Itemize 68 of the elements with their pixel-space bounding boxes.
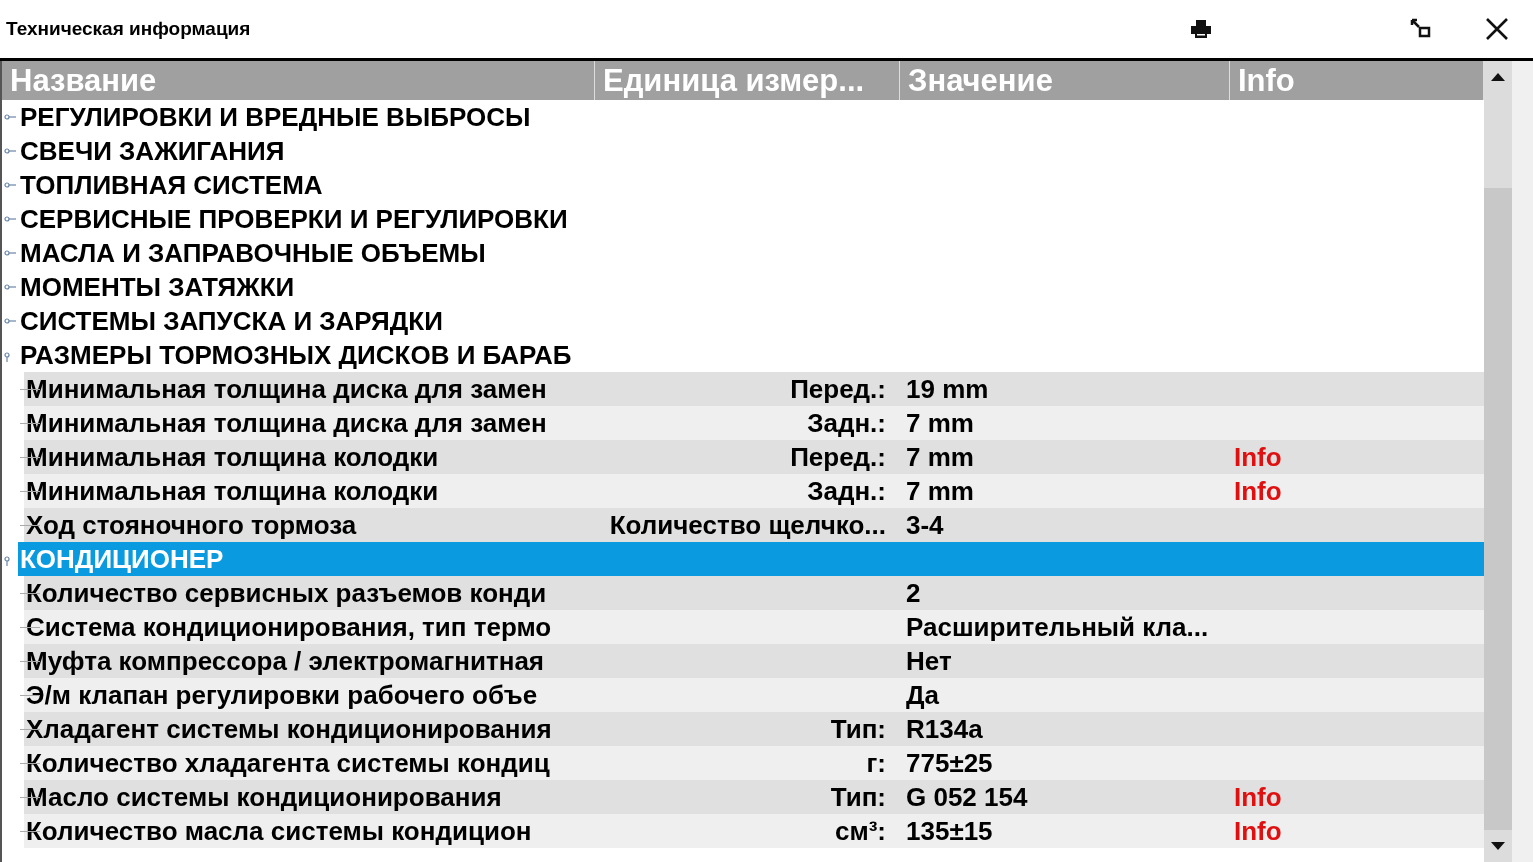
printer-icon	[1190, 19, 1212, 39]
data-row[interactable]: Минимальная толщина диска для замен Перед.: 19 mm	[24, 372, 1485, 406]
tree-group-row[interactable]: МОМЕНТЫ ЗАТЯЖКИ	[18, 270, 1485, 304]
data-row[interactable]: Масло системы кондиционирования Тип: G 052 154 Info	[24, 780, 1485, 814]
parameter-name: Количество сервисных разъемов конди	[25, 577, 548, 609]
value-text: G 052 154	[905, 781, 1029, 813]
unit-label: Тип:	[829, 713, 887, 745]
value-text: R134a	[905, 713, 984, 745]
parameter-name: Система кондиционирования, тип термо	[25, 611, 553, 643]
info-link[interactable]: Info	[1234, 815, 1282, 846]
parameter-name: Количество хладагента системы кондиц	[25, 747, 551, 779]
unit-label: Задн.:	[806, 475, 887, 507]
restore-icon	[1410, 18, 1432, 40]
parameter-name: Минимальная толщина колодки	[25, 441, 440, 473]
info-link[interactable]: Info	[1234, 781, 1282, 812]
scroll-thumb[interactable]	[1484, 188, 1513, 830]
window-title: Техническая информация	[6, 18, 252, 40]
value-text: 775±25	[905, 747, 994, 779]
data-row[interactable]: Минимальная толщина колодки Перед.: 7 mm Info	[24, 440, 1485, 474]
value-text: Нет	[905, 645, 953, 677]
value-text: 7 mm	[905, 441, 975, 473]
value-text: 7 mm	[905, 475, 975, 507]
unit-label: Перед.:	[789, 441, 887, 473]
data-row[interactable]: Количество масла системы кондицион см³: 135±15 Info	[24, 814, 1485, 848]
unit-label: Задн.:	[806, 407, 887, 439]
parameter-name: Муфта компрессора / электромагнитная	[25, 645, 545, 677]
tree-group-row[interactable]: РАЗМЕРЫ ТОРМОЗНЫХ ДИСКОВ И БАРАБ	[18, 338, 1485, 372]
parameter-name: Масло системы кондиционирования	[25, 781, 503, 813]
data-row[interactable]: Хладагент системы кондиционирования Тип: R134a	[24, 712, 1485, 746]
parameter-name: Хладагент системы кондиционирования	[25, 713, 553, 745]
value-text: 2	[905, 577, 922, 609]
value-text: Да	[905, 679, 940, 711]
value-text: 135±15	[905, 815, 994, 847]
unit-label: см³:	[834, 815, 887, 847]
data-row[interactable]: Количество хладагента системы кондиц г: 775±25	[24, 746, 1485, 780]
data-row[interactable]: Минимальная толщина колодки Задн.: 7 mm Info	[24, 474, 1485, 508]
info-link[interactable]: Info	[1234, 441, 1282, 472]
value-text: Расширительный кла...	[905, 611, 1210, 643]
tree-group-row[interactable]: СИСТЕМЫ ЗАПУСКА И ЗАРЯДКИ	[18, 304, 1485, 338]
tree-group-row[interactable]: СВЕЧИ ЗАЖИГАНИЯ	[18, 134, 1485, 168]
data-row[interactable]: Ход стояночного тормоза Количество щелчко... 3-4	[24, 508, 1485, 542]
data-row[interactable]: Система кондиционирования, тип термо Расширительный кла...	[24, 610, 1485, 644]
parameter-name: Минимальная толщина колодки	[25, 475, 440, 507]
data-row[interactable]: Количество сервисных разъемов конди 2	[24, 576, 1485, 610]
value-text: 7 mm	[905, 407, 975, 439]
up-arrow-icon	[1491, 73, 1506, 81]
unit-label: Тип:	[829, 781, 887, 813]
value-text: 3-4	[905, 509, 945, 541]
parameter-name: Ход стояночного тормоза	[25, 509, 358, 541]
parameter-name: Минимальная толщина диска для замен	[25, 373, 548, 405]
tree-group-row[interactable]: МАСЛА И ЗАПРАВОЧНЫЕ ОБЪЕМЫ	[18, 236, 1485, 270]
data-row[interactable]: Муфта компрессора / электромагнитная Нет	[24, 644, 1485, 678]
unit-label: Количество щелчко...	[608, 509, 887, 541]
tree-group-row[interactable]: РЕГУЛИРОВКИ И ВРЕДНЫЕ ВЫБРОСЫ	[18, 100, 1485, 134]
scrollbar[interactable]	[1484, 61, 1513, 862]
data-row[interactable]: Минимальная толщина диска для замен Задн.: 7 mm	[24, 406, 1485, 440]
unit-label: г:	[865, 747, 887, 779]
parameter-name: Количество масла системы кондицион	[25, 815, 533, 847]
info-link[interactable]: Info	[1234, 475, 1282, 506]
tree-group-row[interactable]: СЕРВИСНЫЕ ПРОВЕРКИ И РЕГУЛИРОВКИ	[18, 202, 1485, 236]
tree-group-row[interactable]: ТОПЛИВНАЯ СИСТЕМА	[18, 168, 1485, 202]
parameter-name: Э/м клапан регулировки рабочего объе	[25, 679, 539, 711]
parameter-name: Минимальная толщина диска для замен	[25, 407, 548, 439]
unit-label: Перед.:	[789, 373, 887, 405]
data-row[interactable]: Э/м клапан регулировки рабочего объе Да	[24, 678, 1485, 712]
down-arrow-icon	[1491, 842, 1506, 850]
close-icon	[1485, 17, 1509, 41]
value-text: 19 mm	[905, 373, 990, 405]
